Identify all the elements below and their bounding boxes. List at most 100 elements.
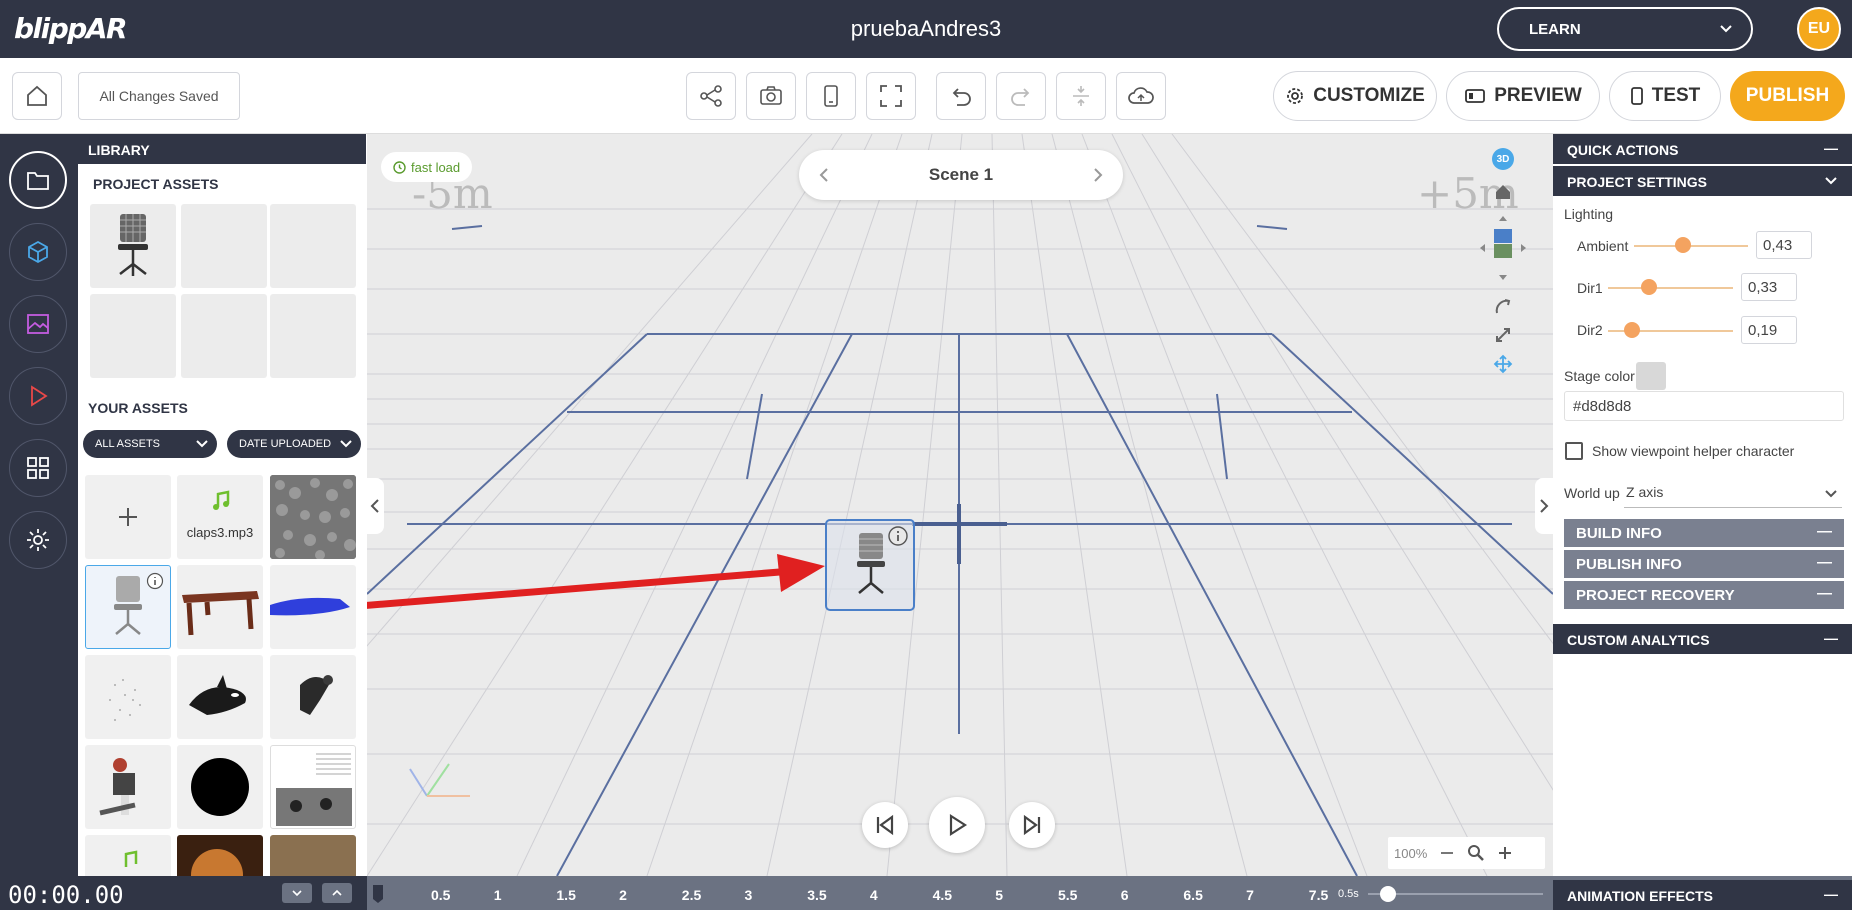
fullscreen-icon [880, 85, 902, 107]
chevron-left-icon[interactable] [817, 166, 831, 184]
chevron-right-icon[interactable] [1091, 166, 1105, 184]
left-sidebar [0, 134, 78, 876]
skip-forward-icon [1023, 814, 1041, 836]
fast-load-badge[interactable]: fast load [381, 152, 473, 182]
music-note-icon [213, 490, 230, 510]
home-button[interactable] [12, 72, 62, 120]
mobile-view-button[interactable] [806, 72, 856, 120]
rotate-tool-icon[interactable] [1493, 297, 1513, 317]
preview-label: PREVIEW [1494, 85, 1582, 106]
skip-forward-button[interactable] [1009, 802, 1055, 848]
asset-audio[interactable]: claps3.mp3 [177, 475, 263, 559]
asset-audio[interactable] [85, 835, 171, 876]
scene-selector: Scene 1 [799, 150, 1123, 200]
asset-particles[interactable] [85, 655, 171, 739]
asset-photo-2[interactable] [270, 835, 356, 876]
project-settings-title: PROJECT SETTINGS [1567, 174, 1708, 190]
customize-button[interactable]: CUSTOMIZE [1273, 71, 1437, 121]
view-mode-3d-button[interactable]: 3D [1492, 148, 1514, 170]
library-title: LIBRARY [78, 134, 366, 164]
stage-color-swatch[interactable] [1636, 362, 1666, 390]
asset-table[interactable] [177, 565, 263, 649]
home-view-icon[interactable] [1493, 182, 1513, 202]
timeline-down-button[interactable] [282, 883, 312, 903]
playhead-icon[interactable] [371, 883, 385, 905]
cloud-save-button[interactable] [1116, 72, 1166, 120]
scale-tool-icon[interactable] [1493, 325, 1513, 345]
timeline-tick: 3.5 [807, 887, 827, 903]
preview-icon [1465, 89, 1486, 103]
project-asset-chair[interactable] [90, 204, 176, 288]
widgets-tab[interactable] [9, 439, 67, 497]
timeline-scale-knob[interactable] [1380, 886, 1396, 902]
project-asset-slot[interactable] [270, 204, 356, 288]
avatar[interactable]: EU [1797, 7, 1841, 51]
project-recovery-header[interactable]: PROJECT RECOVERY — [1564, 581, 1844, 609]
asset-chair-selected[interactable] [85, 565, 171, 649]
publish-info-header[interactable]: PUBLISH INFO — [1564, 550, 1844, 578]
dir1-input[interactable]: 0,33 [1741, 273, 1797, 301]
world-up-select[interactable]: Z axis [1624, 478, 1842, 508]
viewpoint-checkbox[interactable] [1565, 442, 1583, 460]
animations-tab[interactable] [9, 367, 67, 425]
dir2-input[interactable]: 0,19 [1741, 316, 1797, 344]
project-asset-slot[interactable] [181, 204, 267, 288]
collapse-library-button[interactable] [366, 478, 384, 534]
asset-robot[interactable] [85, 745, 171, 829]
project-settings-header[interactable]: PROJECT SETTINGS [1553, 166, 1852, 196]
asset-orca[interactable] [177, 655, 263, 739]
test-button[interactable]: TEST [1609, 71, 1721, 121]
preview-button[interactable]: PREVIEW [1446, 71, 1600, 121]
move-tool-icon[interactable] [1493, 354, 1513, 374]
minus-icon[interactable] [1439, 845, 1455, 861]
image-icon [27, 314, 49, 334]
3d-models-tab[interactable] [9, 223, 67, 281]
images-tab[interactable] [9, 295, 67, 353]
ambient-input[interactable]: 0,43 [1756, 231, 1812, 259]
viewport-3d[interactable]: -5m +5m [367, 134, 1553, 876]
asset-photo[interactable] [270, 745, 356, 829]
project-asset-slot[interactable] [270, 294, 356, 378]
dir2-slider-knob[interactable] [1623, 322, 1640, 338]
undo-button[interactable] [936, 72, 986, 120]
fullscreen-button[interactable] [866, 72, 916, 120]
upload-asset-button[interactable] [85, 475, 171, 559]
view-cube[interactable] [1470, 212, 1536, 284]
project-asset-slot[interactable] [181, 294, 267, 378]
stage-color-input[interactable]: #d8d8d8 [1564, 391, 1844, 421]
robot-thumbnail [99, 758, 136, 816]
screenshot-button[interactable] [746, 72, 796, 120]
asset-blue-object[interactable] [270, 565, 356, 649]
phone-icon [824, 85, 838, 107]
sort-filter[interactable]: DATE UPLOADED [227, 430, 361, 458]
asset-black-sphere[interactable] [177, 745, 263, 829]
timeline-tick: 2.5 [681, 887, 702, 903]
library-tab[interactable] [9, 151, 67, 209]
asset-type-filter[interactable]: ALL ASSETS [83, 430, 217, 458]
skip-back-button[interactable] [862, 802, 908, 848]
collapse-settings-button[interactable] [1535, 478, 1553, 534]
play-button[interactable] [929, 797, 985, 853]
plus-icon[interactable] [1497, 845, 1513, 861]
asset-food-photo[interactable] [177, 835, 263, 876]
asset-texture[interactable] [270, 475, 356, 559]
effects-tab[interactable] [9, 511, 67, 569]
ambient-slider-knob[interactable] [1675, 237, 1692, 253]
timeline-up-button[interactable] [322, 883, 352, 903]
ambient-slider[interactable] [1634, 245, 1748, 247]
redo-button[interactable] [996, 72, 1046, 120]
publish-button[interactable]: PUBLISH [1730, 71, 1845, 121]
animation-effects-header[interactable]: ANIMATION EFFECTS — [1553, 880, 1852, 910]
project-asset-slot[interactable] [90, 294, 176, 378]
zoom-icon[interactable] [1467, 844, 1485, 862]
align-button[interactable] [1056, 72, 1106, 120]
learn-dropdown[interactable]: LEARN [1497, 7, 1753, 51]
custom-analytics-header[interactable]: CUSTOM ANALYTICS — [1553, 624, 1852, 654]
share-button[interactable] [686, 72, 736, 120]
dir1-slider[interactable] [1608, 287, 1733, 289]
quick-actions-header[interactable]: QUICK ACTIONS — [1553, 134, 1852, 164]
info-icon[interactable] [146, 572, 164, 590]
asset-figure[interactable] [270, 655, 356, 739]
build-info-header[interactable]: BUILD INFO — [1564, 519, 1844, 547]
blippar-logo[interactable]: blippAR [14, 12, 128, 45]
